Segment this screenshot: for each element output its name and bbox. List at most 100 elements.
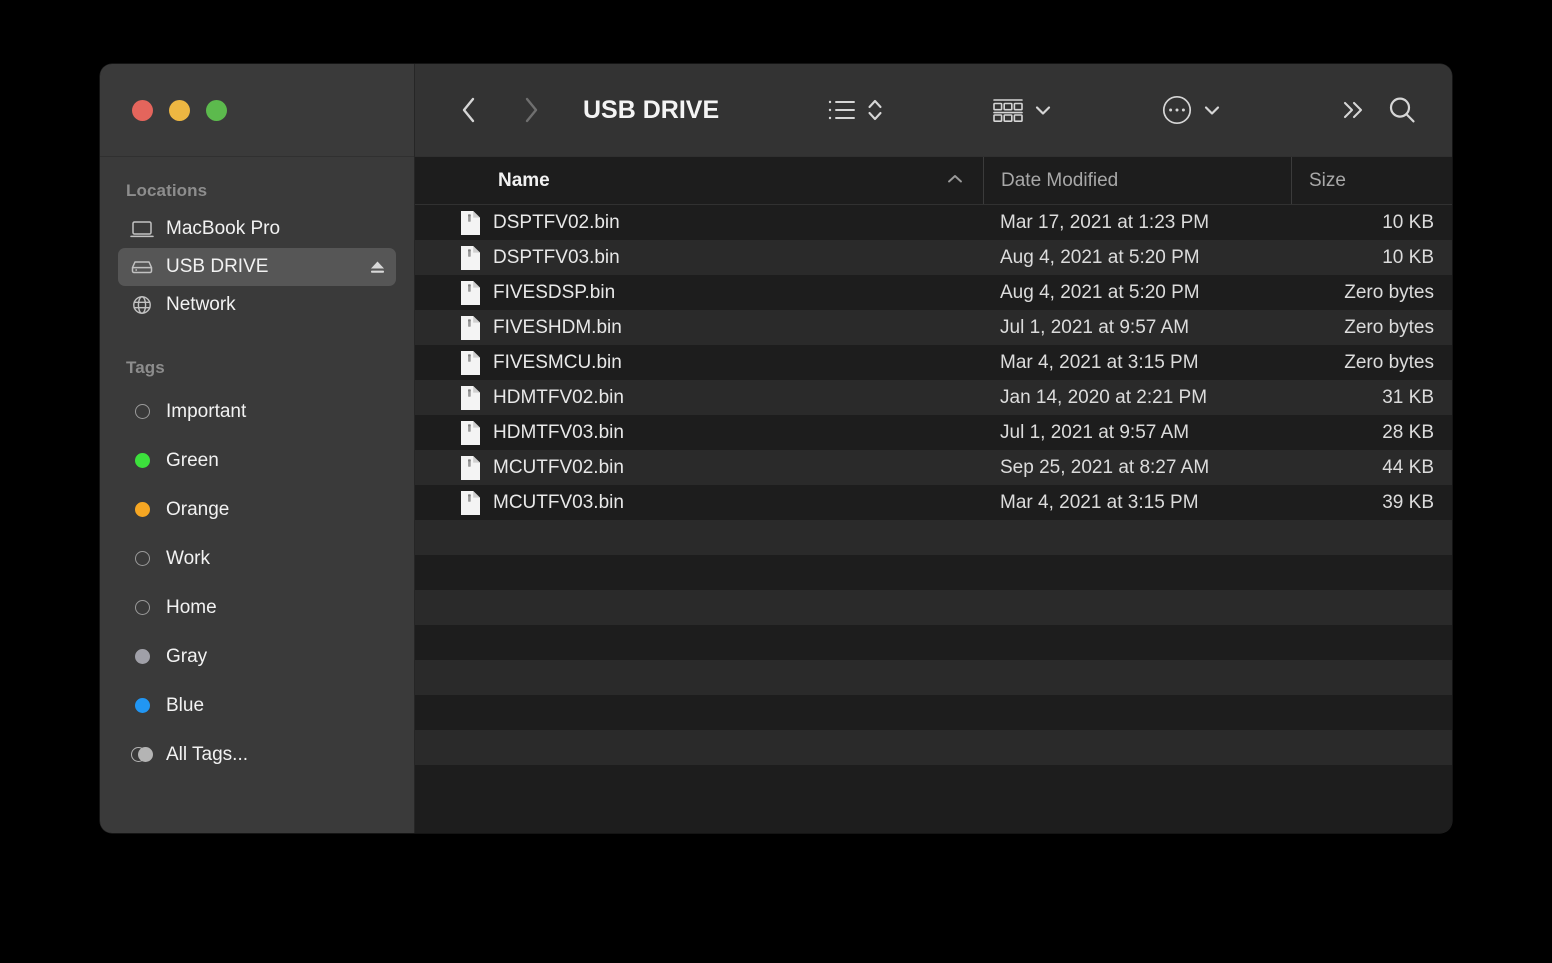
group-by-icon[interactable] <box>992 96 1024 124</box>
file-name-cell[interactable]: FIVESMCU.bin <box>415 350 983 376</box>
sidebar-tag-label: Green <box>166 449 219 471</box>
empty-row[interactable] <box>415 695 1452 730</box>
table-row[interactable]: MCUTFV02.bin Sep 25, 2021 at 8:27 AM 44 KB <box>415 450 1452 485</box>
double-chevron-right-icon <box>1343 101 1363 119</box>
sidebar-tag-home[interactable]: Home <box>118 583 396 632</box>
file-name-cell[interactable]: HDMTFV02.bin <box>415 385 983 411</box>
more-actions-button[interactable] <box>1161 94 1222 126</box>
file-name-cell[interactable]: MCUTFV03.bin <box>415 490 983 516</box>
document-file-icon <box>460 280 481 306</box>
toolbar-overflow-button[interactable] <box>1330 97 1376 123</box>
sidebar-all-tags[interactable]: All Tags... <box>118 730 396 779</box>
group-by-button[interactable] <box>992 96 1053 124</box>
sidebar-item-macbook-pro[interactable]: MacBook Pro <box>118 210 396 248</box>
table-row[interactable]: FIVESHDM.bin Jul 1, 2021 at 9:57 AM Zero b… <box>415 310 1452 345</box>
more-actions-icon[interactable] <box>1161 94 1193 126</box>
column-header-name[interactable]: Name <box>415 157 983 204</box>
sidebar-tag-important[interactable]: Important <box>118 387 396 436</box>
sidebar-tag-gray[interactable]: Gray <box>118 632 396 681</box>
document-file-icon <box>460 385 481 411</box>
file-name-label: MCUTFV03.bin <box>493 491 624 513</box>
file-name-label: FIVESMCU.bin <box>493 351 622 373</box>
list-view-icon[interactable] <box>827 97 857 123</box>
table-row[interactable]: FIVESDSP.bin Aug 4, 2021 at 5:20 PM Zero b… <box>415 275 1452 310</box>
empty-row[interactable] <box>415 730 1452 765</box>
table-row[interactable]: DSPTFV03.bin Aug 4, 2021 at 5:20 PM 10 KB <box>415 240 1452 275</box>
tag-color-swatch <box>134 453 150 468</box>
sidebar-tag-label: Home <box>166 596 217 618</box>
chevron-down-icon[interactable] <box>1202 103 1222 117</box>
table-row[interactable]: HDMTFV03.bin Jul 1, 2021 at 9:57 AM 28 KB <box>415 415 1452 450</box>
table-row[interactable]: MCUTFV03.bin Mar 4, 2021 at 3:15 PM 39 KB <box>415 485 1452 520</box>
tags-section-title: Tags <box>126 358 165 377</box>
sidebar-tag-blue[interactable]: Blue <box>118 681 396 730</box>
table-row[interactable]: FIVESMCU.bin Mar 4, 2021 at 3:15 PM Zero b… <box>415 345 1452 380</box>
empty-row[interactable] <box>415 555 1452 590</box>
all-tags-icon <box>128 747 156 762</box>
tag-color-swatch <box>134 551 150 566</box>
file-list[interactable]: DSPTFV02.bin Mar 17, 2021 at 1:23 PM 10 KB… <box>415 205 1452 833</box>
column-header-size[interactable]: Size <box>1291 157 1452 204</box>
file-name-cell[interactable]: HDMTFV03.bin <box>415 420 983 446</box>
empty-row[interactable] <box>415 590 1452 625</box>
file-name-cell[interactable]: DSPTFV03.bin <box>415 245 983 271</box>
empty-row[interactable] <box>415 660 1452 695</box>
sidebar-tag-orange[interactable]: Orange <box>118 485 396 534</box>
tag-color-swatch <box>134 502 150 517</box>
tag-dot-icon <box>128 698 156 713</box>
column-header-date-modified[interactable]: Date Modified <box>983 157 1291 204</box>
file-name-cell[interactable]: MCUTFV02.bin <box>415 455 983 481</box>
document-file-icon <box>460 210 481 236</box>
empty-row[interactable] <box>415 520 1452 555</box>
sidebar-item-label: Network <box>166 294 236 315</box>
drive-icon <box>128 258 156 276</box>
table-row[interactable]: HDMTFV02.bin Jan 14, 2020 at 2:21 PM 31 KB <box>415 380 1452 415</box>
empty-row[interactable] <box>415 625 1452 660</box>
file-size-cell: Zero bytes <box>1344 351 1434 373</box>
sidebar-item-network[interactable]: Network <box>118 286 396 324</box>
file-name-cell[interactable]: DSPTFV02.bin <box>415 210 983 236</box>
file-size-cell: 28 KB <box>1382 421 1434 443</box>
forward-button[interactable] <box>511 95 551 125</box>
close-button[interactable] <box>132 99 153 121</box>
file-date-cell: Aug 4, 2021 at 5:20 PM <box>1000 246 1200 268</box>
document-file-icon <box>460 350 481 376</box>
search-button[interactable] <box>1376 94 1428 126</box>
tag-color-swatch <box>134 649 150 664</box>
file-name-label: MCUTFV02.bin <box>493 456 624 478</box>
sidebar: Locations MacBook Pro USB DRIVE Network … <box>100 64 414 833</box>
file-name-cell[interactable]: FIVESDSP.bin <box>415 280 983 306</box>
tag-dot-icon <box>128 404 156 419</box>
sidebar-item-label: USB DRIVE <box>166 256 269 277</box>
sidebar-item-usb-drive[interactable]: USB DRIVE <box>118 248 396 286</box>
document-file-icon <box>460 245 481 271</box>
page-title: USB DRIVE <box>583 95 720 124</box>
tag-color-swatch <box>134 600 150 615</box>
tag-dot-icon <box>128 453 156 468</box>
laptop-icon <box>128 220 156 238</box>
minimize-button[interactable] <box>169 99 190 121</box>
file-name-label: HDMTFV02.bin <box>493 386 624 408</box>
sidebar-tag-work[interactable]: Work <box>118 534 396 583</box>
eject-icon[interactable] <box>368 259 386 275</box>
back-button[interactable] <box>449 95 489 125</box>
tag-color-swatch <box>134 698 150 713</box>
empty-row[interactable] <box>415 765 1452 800</box>
sidebar-tag-green[interactable]: Green <box>118 436 396 485</box>
maximize-button[interactable] <box>206 99 227 121</box>
file-date-cell: Mar 4, 2021 at 3:15 PM <box>1000 351 1199 373</box>
view-options[interactable] <box>827 96 884 124</box>
sidebar-tag-label: Gray <box>166 645 208 667</box>
tag-dot-icon <box>128 649 156 664</box>
file-name-cell[interactable]: FIVESHDM.bin <box>415 315 983 341</box>
main-area: USB DRIVE Name Date Modified Size DSPTFV… <box>414 64 1452 833</box>
tag-dot-icon <box>128 502 156 517</box>
chevron-up-down-icon[interactable] <box>866 96 884 124</box>
file-name-label: FIVESHDM.bin <box>493 316 622 338</box>
sidebar-tag-label: Blue <box>166 694 205 716</box>
chevron-down-icon[interactable] <box>1033 103 1053 117</box>
column-header-date-label: Date Modified <box>1001 169 1119 191</box>
file-date-cell: Jul 1, 2021 at 9:57 AM <box>1000 421 1190 443</box>
tag-dot-icon <box>128 551 156 566</box>
table-row[interactable]: DSPTFV02.bin Mar 17, 2021 at 1:23 PM 10 KB <box>415 205 1452 240</box>
